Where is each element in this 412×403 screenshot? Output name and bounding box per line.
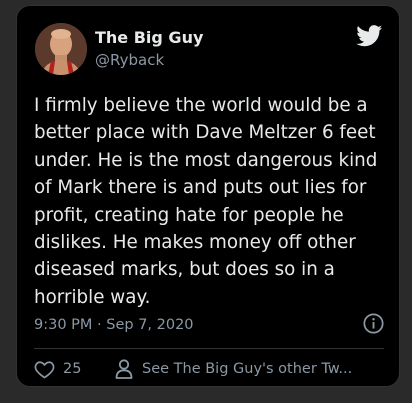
author-display-name[interactable]: The Big Guy xyxy=(95,28,203,47)
tweet-header: The Big Guy @Ryback xyxy=(17,6,399,86)
tweet-card: The Big Guy @Ryback I firmly believe the… xyxy=(16,5,400,387)
tweet-timestamp[interactable]: 9:30 PM · Sep 7, 2020 xyxy=(34,317,194,333)
see-other-tweets-label: See The Big Guy's other Tw... xyxy=(142,361,353,377)
divider xyxy=(34,348,384,349)
tweet-text: I firmly believe the world would be a be… xyxy=(34,95,378,308)
see-other-tweets-link[interactable]: See The Big Guy's other Tw... xyxy=(115,357,352,381)
user-icon xyxy=(115,359,133,379)
heart-icon xyxy=(34,360,55,378)
author-avatar[interactable] xyxy=(35,23,87,75)
info-icon[interactable] xyxy=(363,313,384,334)
twitter-bird-icon[interactable] xyxy=(356,25,383,47)
like-count: 25 xyxy=(63,361,82,377)
author-handle[interactable]: @Ryback xyxy=(95,51,164,69)
avatar-photo xyxy=(35,23,87,75)
like-button[interactable]: 25 xyxy=(34,357,81,381)
